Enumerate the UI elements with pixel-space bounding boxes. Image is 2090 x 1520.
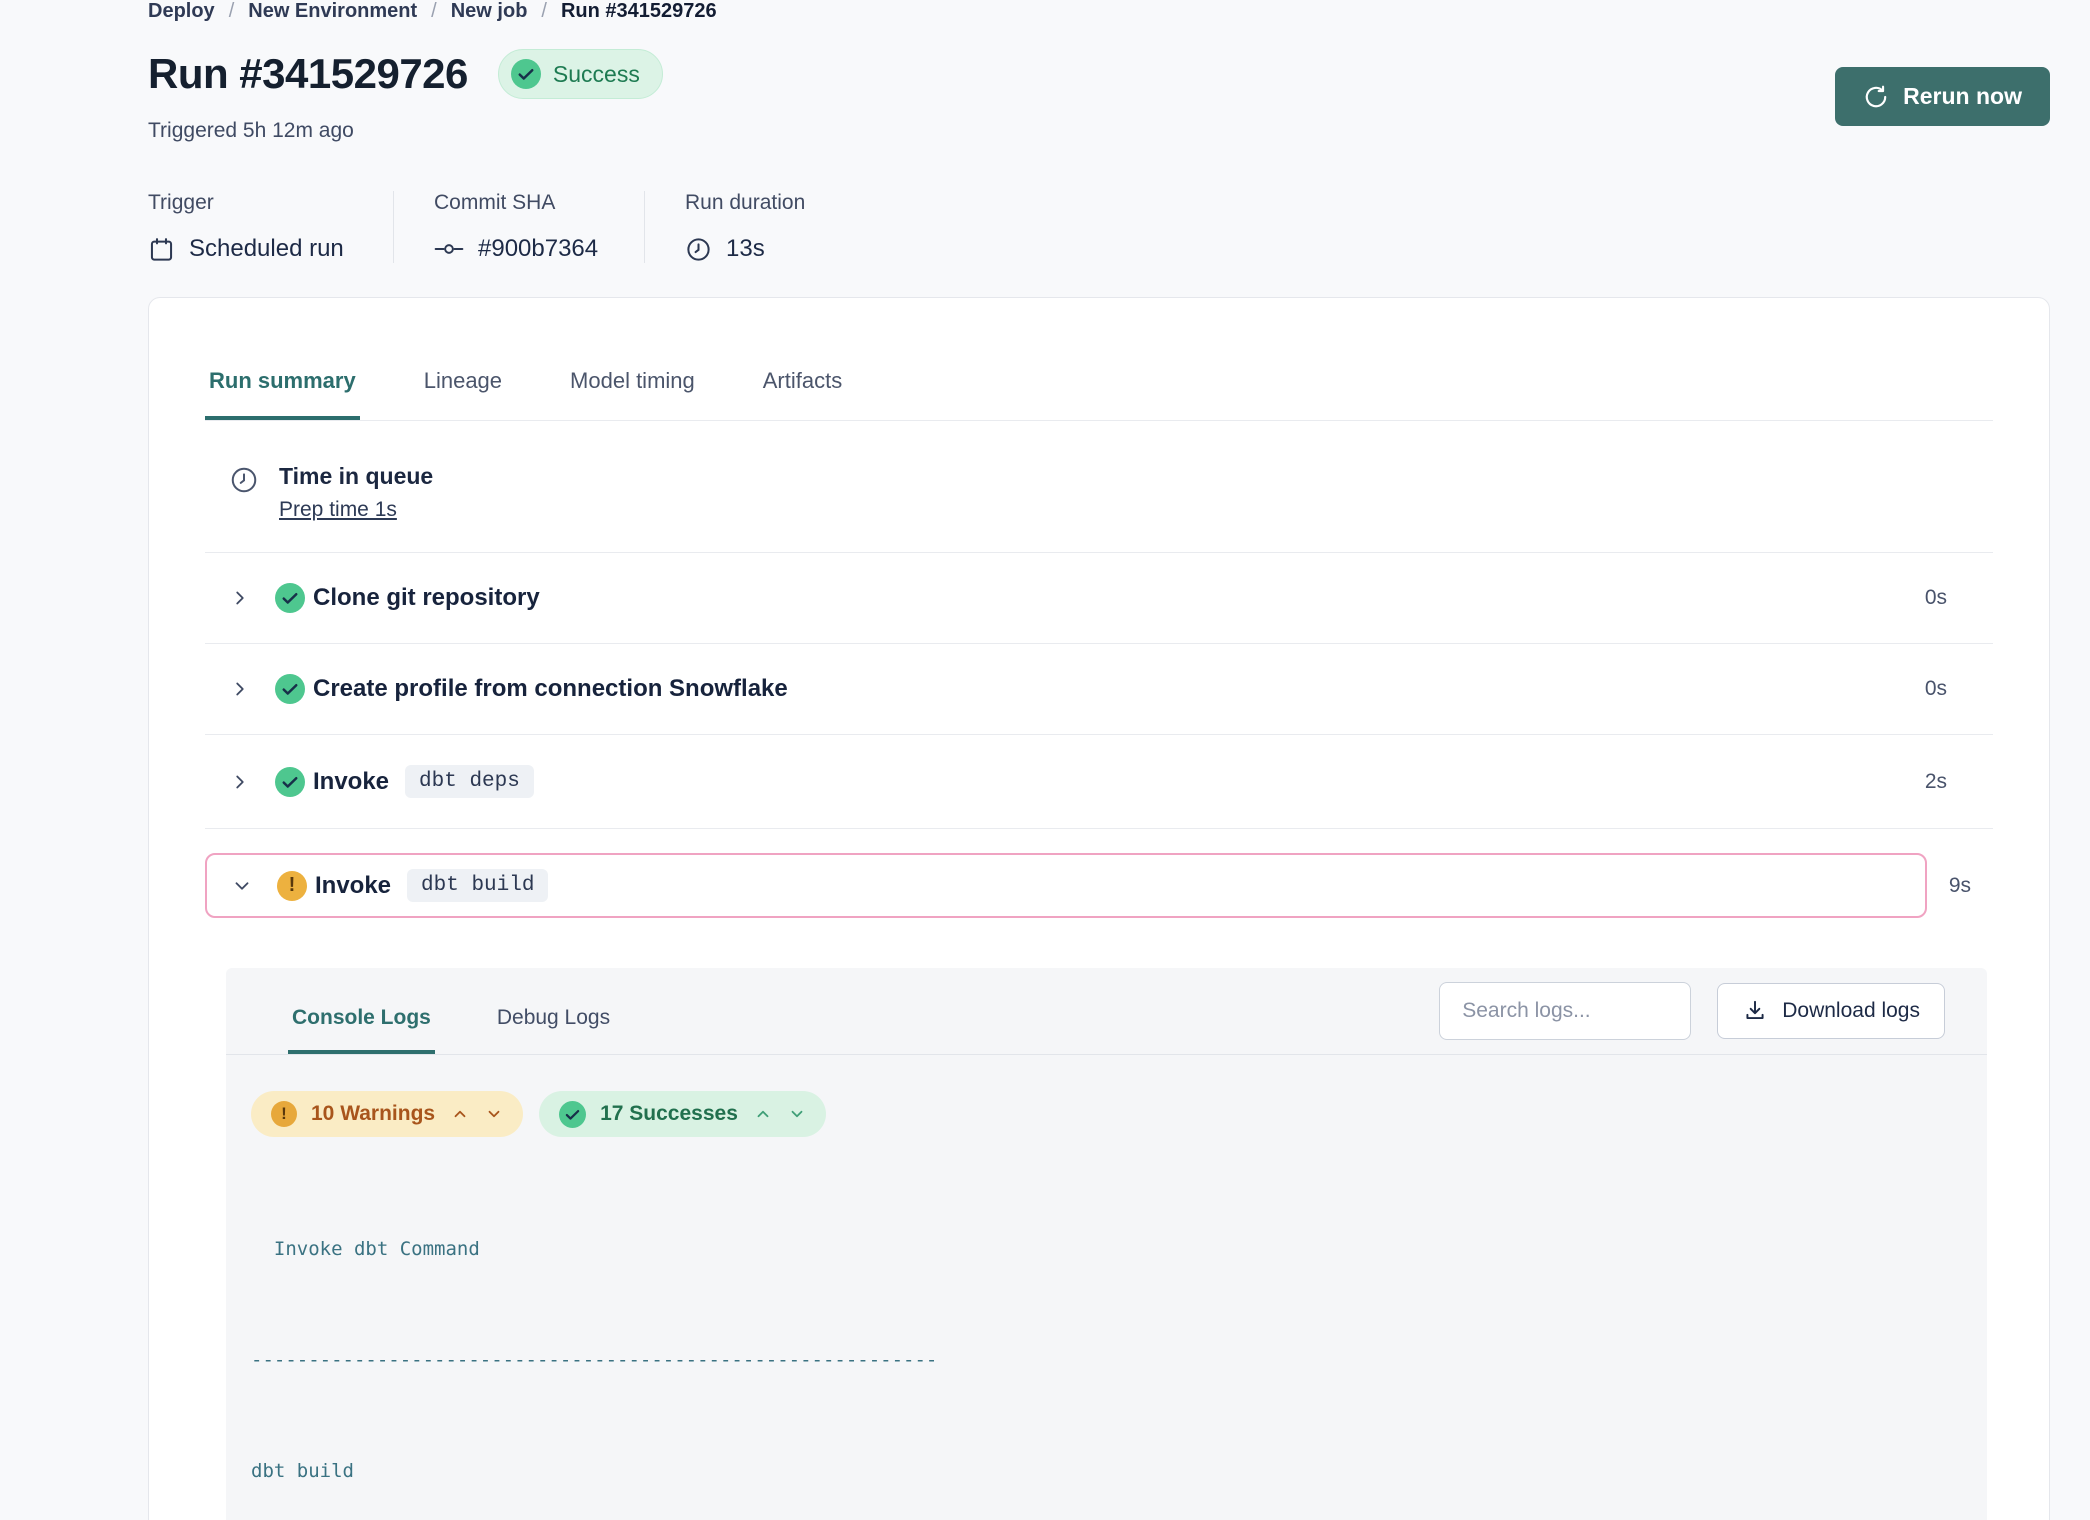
calendar-icon xyxy=(148,236,175,263)
trigger-value: Scheduled run xyxy=(189,235,344,263)
status-badge: Success xyxy=(498,49,663,99)
step-label: Clone git repository xyxy=(313,584,540,612)
warnings-count-label: 10 Warnings xyxy=(311,1102,435,1126)
log-command-header: Invoke dbt Command xyxy=(226,1231,1987,1268)
success-check-icon xyxy=(559,1101,586,1128)
step-invoke-dbt-build-box[interactable]: ! Invoke dbt build xyxy=(205,853,1927,918)
successes-count-label: 17 Successes xyxy=(600,1102,738,1126)
chevron-up-icon[interactable] xyxy=(451,1105,469,1123)
download-logs-label: Download logs xyxy=(1782,999,1920,1023)
duration-value: 13s xyxy=(726,235,765,263)
run-detail-page: Deploy / New Environment / New job / Run… xyxy=(0,0,2090,1520)
meta-divider xyxy=(644,191,645,263)
chevron-right-icon[interactable] xyxy=(229,678,253,700)
chevron-down-icon[interactable] xyxy=(485,1105,503,1123)
step-row-invoke-dbt-deps[interactable]: Invoke dbt deps 2s xyxy=(205,735,1993,829)
commit-label: Commit SHA xyxy=(434,191,604,215)
search-logs-input[interactable] xyxy=(1439,982,1691,1040)
meta-divider xyxy=(393,191,394,263)
success-check-icon xyxy=(511,59,541,89)
step-duration: 2s xyxy=(1925,770,1947,794)
tab-lineage[interactable]: Lineage xyxy=(420,368,506,420)
log-filter-badges: ! 10 Warnings 17 Successes xyxy=(226,1055,1987,1137)
tab-model-timing[interactable]: Model timing xyxy=(566,368,699,420)
duration-meta: Run duration 13s xyxy=(685,191,805,263)
breadcrumb-new-job[interactable]: New job xyxy=(451,0,528,23)
step-command-chip: dbt deps xyxy=(405,765,534,798)
triggered-time: Triggered 5h 12m ago xyxy=(148,119,663,143)
step-command-chip: dbt build xyxy=(407,869,548,902)
trigger-meta: Trigger Scheduled run xyxy=(148,191,353,263)
rerun-now-label: Rerun now xyxy=(1903,83,2022,110)
success-check-icon xyxy=(275,583,305,613)
breadcrumb-separator: / xyxy=(541,0,547,23)
step-row-clone-git[interactable]: Clone git repository 0s xyxy=(205,553,1993,644)
tab-artifacts[interactable]: Artifacts xyxy=(759,368,846,420)
warning-icon: ! xyxy=(277,871,307,901)
warning-icon: ! xyxy=(271,1101,297,1127)
step-duration: 0s xyxy=(1925,677,1947,701)
breadcrumb: Deploy / New Environment / New job / Run… xyxy=(148,0,2090,23)
run-summary-card: Run summary Lineage Model timing Artifac… xyxy=(148,297,2050,1520)
console-log-output: Invoke dbt Command ---------------------… xyxy=(226,1137,1987,1520)
chevron-up-icon[interactable] xyxy=(754,1105,772,1123)
successes-filter-badge[interactable]: 17 Successes xyxy=(539,1091,826,1137)
page-header: Run #341529726 Success Triggered 5h 12m … xyxy=(148,49,2090,143)
breadcrumb-current-run: Run #341529726 xyxy=(561,0,717,23)
step-label: Invoke xyxy=(313,768,389,796)
commit-icon xyxy=(434,238,464,260)
commit-value: #900b7364 xyxy=(478,235,598,263)
trigger-label: Trigger xyxy=(148,191,353,215)
log-separator: ----------------------------------------… xyxy=(226,1342,1987,1379)
success-check-icon xyxy=(275,767,305,797)
download-icon xyxy=(1742,998,1768,1024)
clock-icon xyxy=(229,465,259,522)
log-panel-header: Console Logs Debug Logs Download logs xyxy=(226,968,1987,1055)
step-label: Create profile from connection Snowflake xyxy=(313,675,788,703)
tab-debug-logs[interactable]: Debug Logs xyxy=(493,968,614,1054)
time-in-queue-section: Time in queue Prep time 1s xyxy=(205,421,1993,553)
time-in-queue-title: Time in queue xyxy=(279,463,433,490)
chevron-right-icon[interactable] xyxy=(229,771,253,793)
step-label: Invoke xyxy=(315,872,391,900)
step-row-create-profile[interactable]: Create profile from connection Snowflake… xyxy=(205,644,1993,735)
warnings-filter-badge[interactable]: ! 10 Warnings xyxy=(251,1091,523,1137)
breadcrumb-separator: / xyxy=(229,0,235,23)
page-title: Run #341529726 xyxy=(148,50,468,98)
console-log-panel: Console Logs Debug Logs Download logs ! xyxy=(226,968,1987,1520)
log-actions: Download logs xyxy=(1439,982,1945,1054)
chevron-down-icon[interactable] xyxy=(788,1105,806,1123)
run-tabs: Run summary Lineage Model timing Artifac… xyxy=(205,298,1993,421)
clock-icon xyxy=(685,236,712,263)
rerun-now-button[interactable]: Rerun now xyxy=(1835,67,2050,126)
tab-console-logs[interactable]: Console Logs xyxy=(288,968,435,1054)
commit-meta: Commit SHA #900b7364 xyxy=(434,191,604,263)
chevron-right-icon[interactable] xyxy=(229,587,253,609)
download-logs-button[interactable]: Download logs xyxy=(1717,983,1945,1039)
duration-label: Run duration xyxy=(685,191,805,215)
success-check-icon xyxy=(275,674,305,704)
step-duration: 9s xyxy=(1949,874,1971,898)
step-duration: 0s xyxy=(1925,586,1947,610)
step-row-invoke-dbt-build: ! Invoke dbt build 9s xyxy=(205,829,1993,928)
run-meta: Trigger Scheduled run Commit SHA #900b73… xyxy=(148,191,2090,263)
tab-run-summary[interactable]: Run summary xyxy=(205,368,360,420)
prep-time-link[interactable]: Prep time 1s xyxy=(279,498,397,522)
chevron-down-icon[interactable] xyxy=(231,875,255,897)
breadcrumb-separator: / xyxy=(431,0,437,23)
breadcrumb-new-environment[interactable]: New Environment xyxy=(248,0,417,23)
status-badge-label: Success xyxy=(553,61,640,88)
log-command: dbt build xyxy=(226,1453,1987,1490)
refresh-icon xyxy=(1863,84,1889,110)
breadcrumb-deploy[interactable]: Deploy xyxy=(148,0,215,23)
log-tabs: Console Logs Debug Logs xyxy=(288,968,614,1054)
